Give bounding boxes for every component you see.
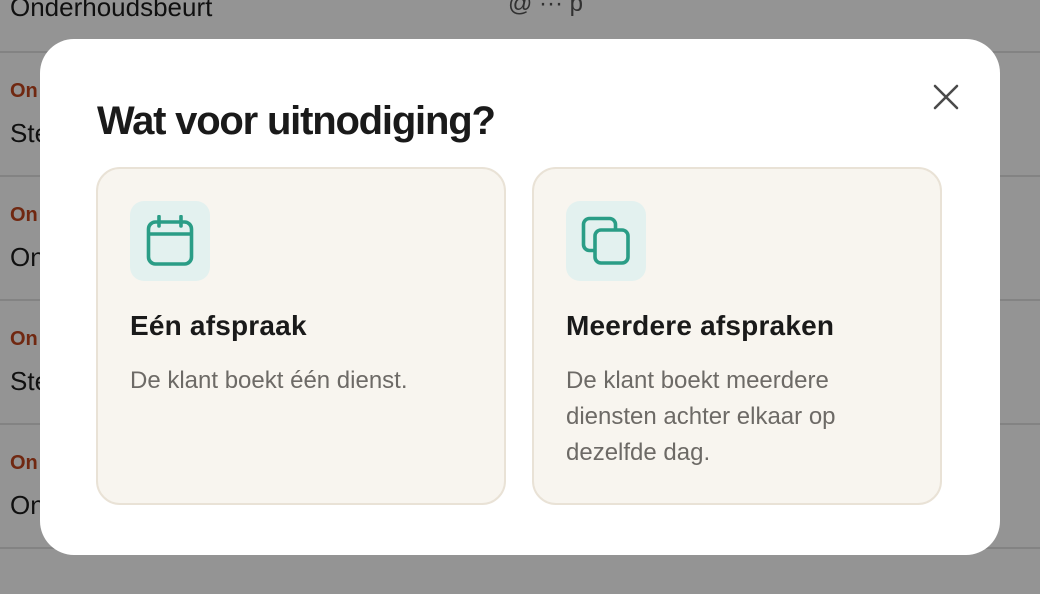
close-button[interactable] bbox=[924, 75, 968, 119]
dialog-title: Wat voor uitnodiging? bbox=[97, 99, 496, 143]
option-title: Meerdere afspraken bbox=[566, 310, 835, 341]
option-multiple-appointments[interactable]: Meerdere afspraken De klant boekt meerde… bbox=[532, 167, 942, 505]
option-single-appointment[interactable]: Eén afspraak De klant boekt één dienst. bbox=[96, 167, 506, 505]
option-description: De klant boekt één dienst. bbox=[130, 367, 408, 394]
option-description: De klant boekt meerdere diensten achter … bbox=[566, 367, 836, 466]
copy-icon bbox=[581, 216, 630, 265]
calendar-icon bbox=[146, 215, 194, 266]
icon-container bbox=[566, 201, 646, 281]
option-title: Eén afspraak bbox=[130, 310, 307, 341]
invite-type-dialog: Wat voor uitnodiging? Eén afspraak De kl… bbox=[40, 39, 1000, 555]
close-icon bbox=[933, 84, 959, 110]
icon-container bbox=[130, 201, 210, 281]
